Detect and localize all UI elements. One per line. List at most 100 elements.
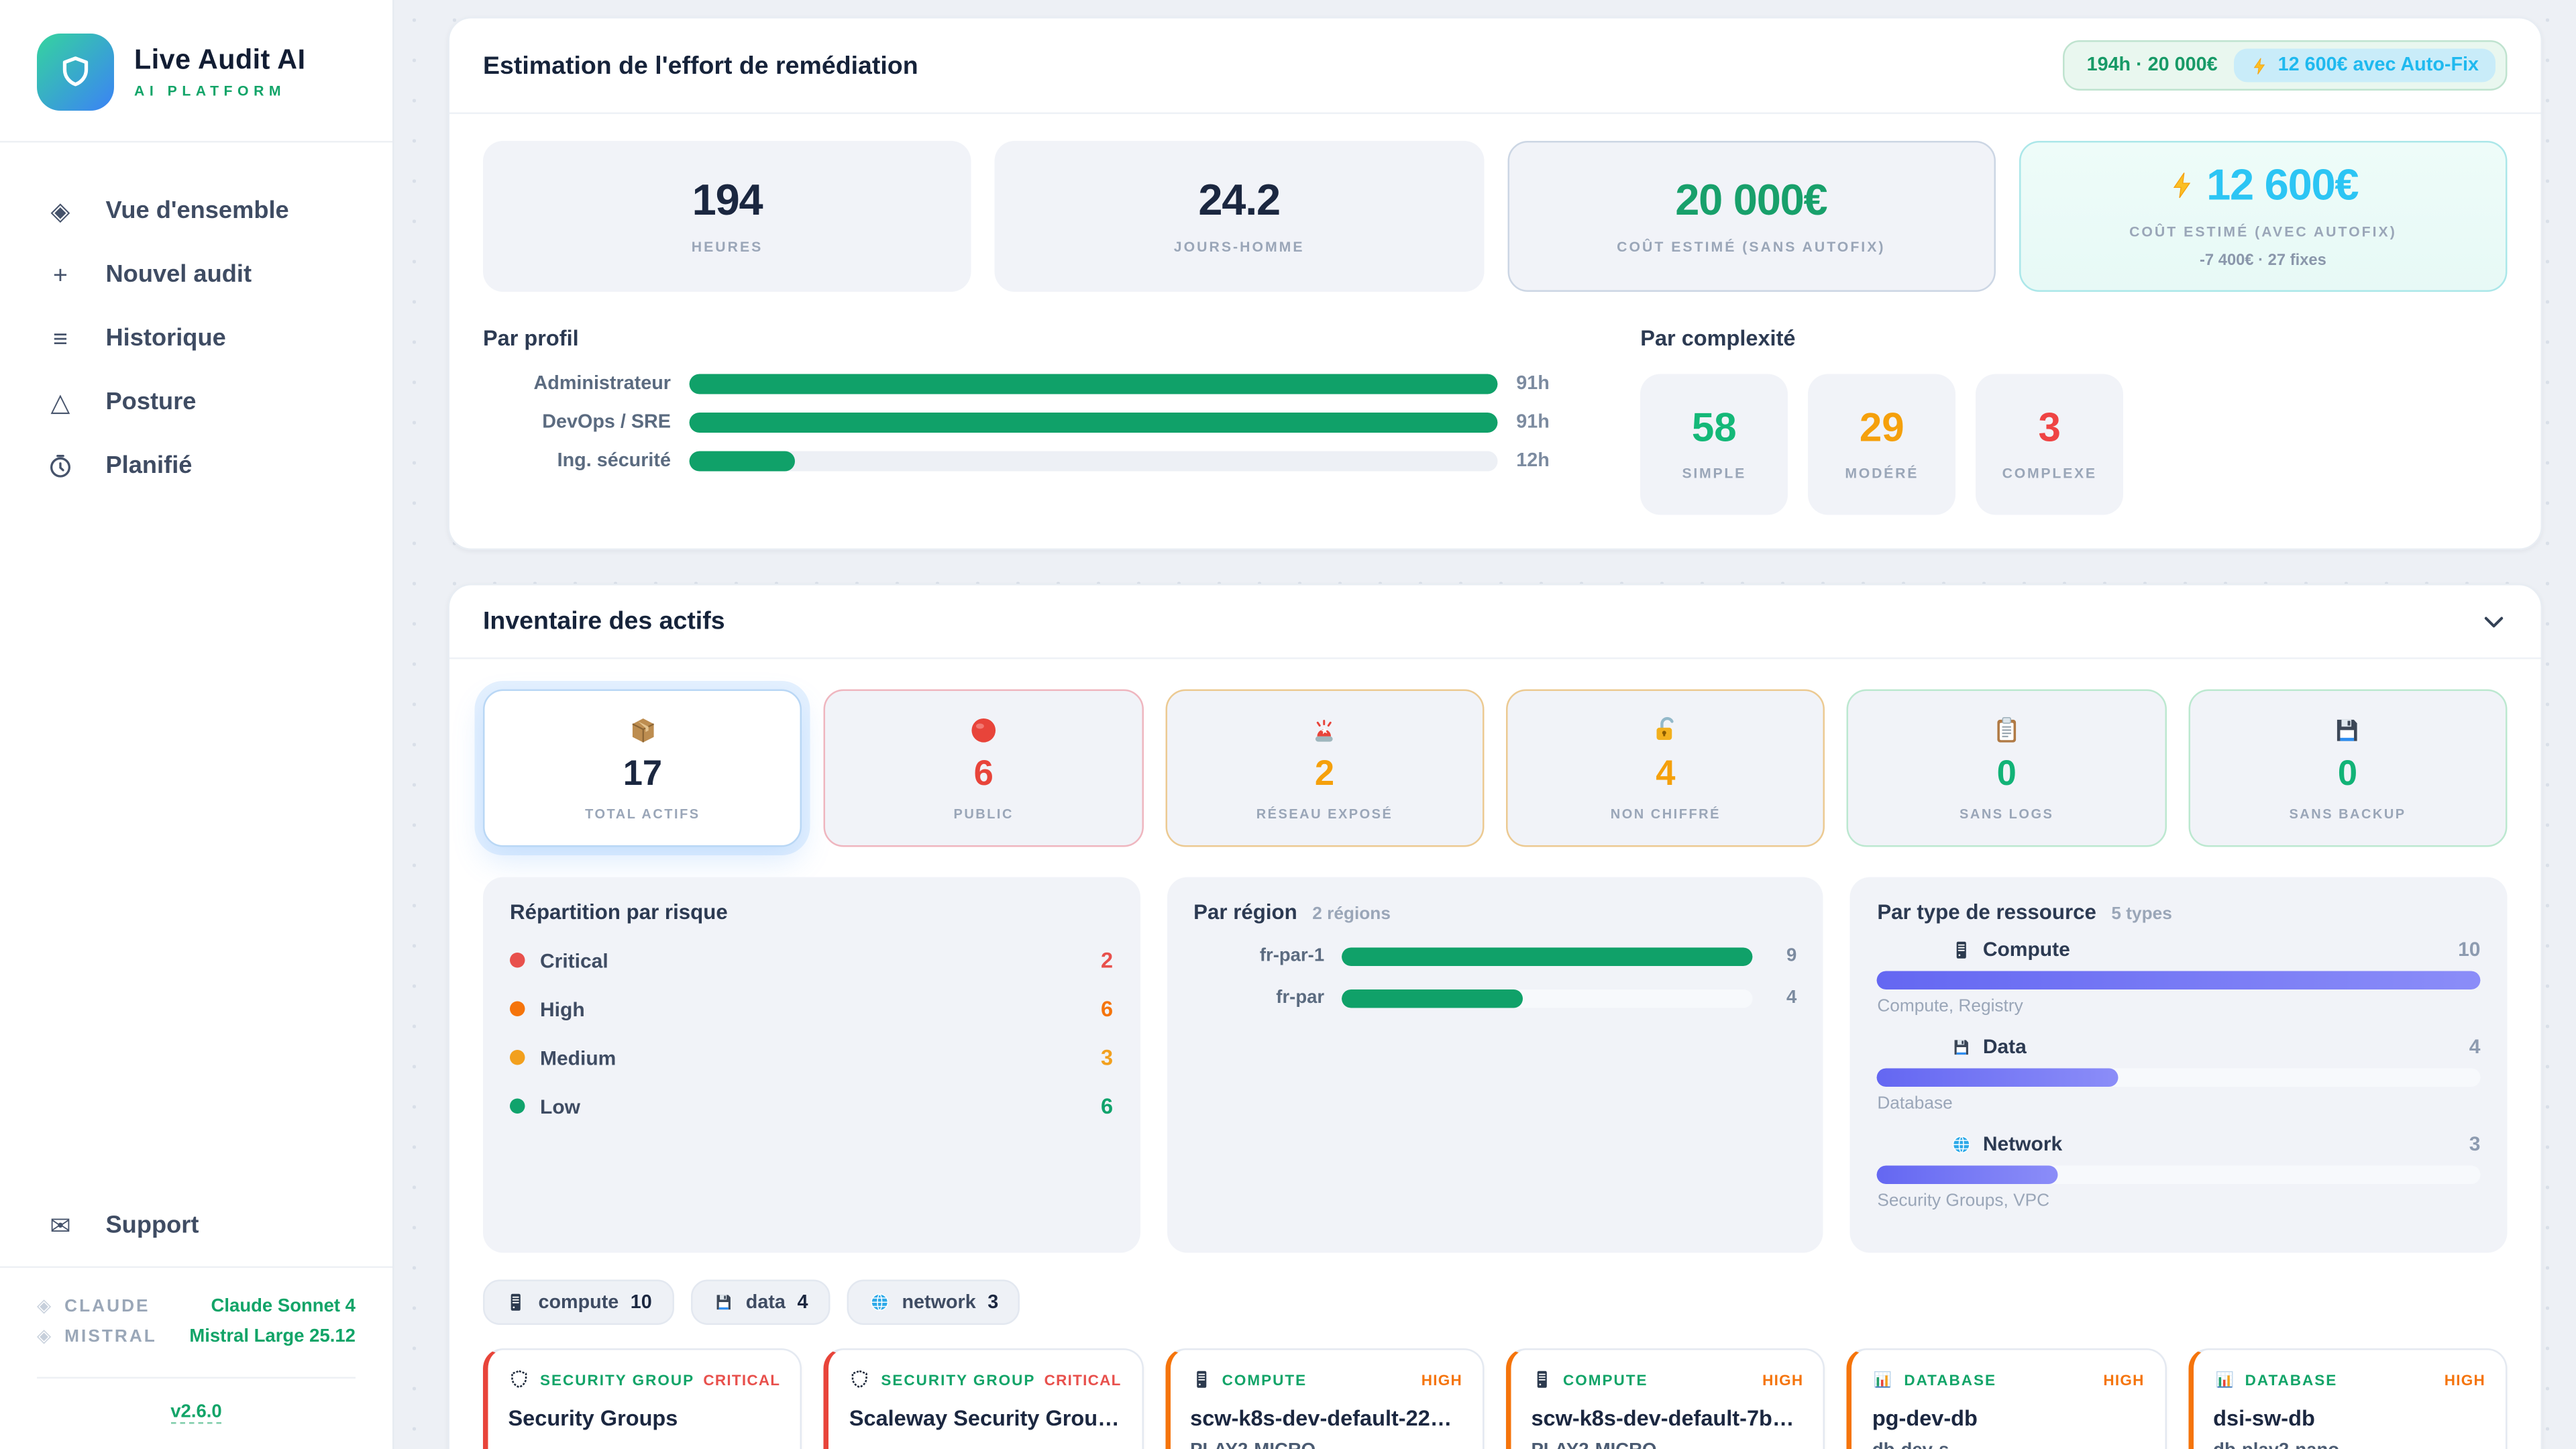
asset-card[interactable]: SECURITY GROUPS CRITICAL Security Groups… bbox=[483, 1348, 802, 1449]
region-panel: Par région 2 régions fr-par-1 9 fr-par 4 bbox=[1167, 877, 1823, 1253]
complexity-moderate: 29 MODÉRÉ bbox=[1808, 374, 1955, 515]
region-bar-frpar1: fr-par-1 9 bbox=[1193, 946, 1796, 966]
low-dot-icon bbox=[510, 1099, 525, 1114]
server-icon bbox=[1190, 1368, 1212, 1391]
asset-grid: SECURITY GROUPS CRITICAL Security Groups… bbox=[483, 1348, 2508, 1449]
globe-icon bbox=[868, 1291, 890, 1313]
envelope-icon: ✉ bbox=[44, 1214, 77, 1239]
severity-badge: HIGH bbox=[2445, 1371, 2485, 1388]
diamond-icon: ◈ bbox=[37, 1297, 51, 1316]
model-status: ◈ CLAUDE Claude Sonnet 4 ◈ MISTRAL Mistr… bbox=[0, 1268, 392, 1371]
shield-logo-icon bbox=[37, 34, 114, 111]
chip-data[interactable]: data 4 bbox=[690, 1280, 830, 1326]
resource-network: Network 3 Security Groups, VPC bbox=[1877, 1132, 2480, 1212]
model-row-mistral: ◈ MISTRAL Mistral Large 25.12 bbox=[37, 1327, 356, 1347]
filter-public[interactable]: 6 PUBLIC bbox=[824, 690, 1143, 847]
profil-bar-devops: DevOps / SRE 91h bbox=[483, 413, 1566, 433]
severity-badge: HIGH bbox=[1762, 1371, 1803, 1388]
sidebar-item-scheduled[interactable]: Planifié bbox=[0, 435, 392, 498]
stat-cost-autofix: 12 600€ COÛT ESTIMÉ (AVEC AUTOFIX) -7 40… bbox=[2019, 141, 2507, 292]
diamond-icon: ◈ bbox=[37, 1328, 51, 1346]
complexity-simple: 58 SIMPLE bbox=[1640, 374, 1788, 515]
stat-hours: 194 HEURES bbox=[483, 141, 971, 292]
risk-row-medium: Medium 3 bbox=[510, 1045, 1113, 1071]
par-profil-section: Par profil Administrateur 91h DevOps / S… bbox=[483, 325, 1566, 515]
stat-mandays: 24.2 JOURS-HOMME bbox=[995, 141, 1483, 292]
chevron-down-icon[interactable] bbox=[2481, 608, 2508, 635]
resource-data: Data 4 Database bbox=[1877, 1035, 2480, 1114]
filter-no-backup[interactable]: 0 SANS BACKUP bbox=[2188, 690, 2508, 847]
globe-icon bbox=[1951, 1133, 1973, 1155]
model-row-claude: ◈ CLAUDE Claude Sonnet 4 bbox=[37, 1297, 356, 1317]
app-title: Live Audit AI bbox=[134, 46, 306, 77]
profil-bar-security: Ing. sécurité 12h bbox=[483, 451, 1566, 472]
risk-row-high: High 6 bbox=[510, 996, 1113, 1022]
filter-unencrypted[interactable]: 4 NON CHIFFRÉ bbox=[1506, 690, 1825, 847]
filter-no-logs[interactable]: 0 SANS LOGS bbox=[1847, 690, 2166, 847]
estimation-card: Estimation de l'effort de remédiation 19… bbox=[448, 17, 2543, 550]
severity-badge: CRITICAL bbox=[703, 1371, 780, 1388]
clipboard-icon bbox=[1990, 713, 2023, 747]
plus-icon: + bbox=[44, 262, 77, 288]
stopwatch-icon bbox=[44, 453, 77, 480]
siren-icon bbox=[1309, 713, 1341, 747]
overview-diamond-icon: ◈ bbox=[44, 199, 77, 224]
complexity-complex: 3 COMPLEXE bbox=[1976, 374, 2123, 515]
filter-network-exposed[interactable]: 2 RÉSEAU EXPOSÉ bbox=[1165, 690, 1485, 847]
main-content: Estimation de l'effort de remédiation 19… bbox=[394, 0, 2576, 1449]
sidebar-item-overview[interactable]: ◈ Vue d'ensemble bbox=[0, 180, 392, 244]
app-subtitle: AI PLATFORM bbox=[134, 82, 306, 99]
filter-total-assets[interactable]: 17 TOTAL ACTIFS bbox=[483, 690, 802, 847]
asset-card[interactable]: COMPUTE HIGH scw-k8s-dev-default-7b170ff… bbox=[1506, 1348, 1825, 1449]
package-icon bbox=[627, 713, 659, 747]
severity-badge: CRITICAL bbox=[1044, 1371, 1122, 1388]
app-logo: Live Audit AI AI PLATFORM bbox=[0, 0, 392, 143]
server-icon bbox=[505, 1291, 527, 1313]
red-circle-icon bbox=[967, 713, 1000, 747]
sidebar-item-posture[interactable]: △ Posture bbox=[0, 371, 392, 435]
inventory-title: Inventaire des actifs bbox=[483, 607, 725, 636]
open-lock-icon bbox=[1650, 713, 1682, 747]
triangle-icon: △ bbox=[44, 390, 77, 415]
profil-bar-admin: Administrateur 91h bbox=[483, 374, 1566, 394]
medium-dot-icon bbox=[510, 1050, 525, 1065]
chip-compute[interactable]: compute 10 bbox=[483, 1280, 674, 1326]
critical-dot-icon bbox=[510, 953, 525, 968]
sidebar-nav: ◈ Vue d'ensemble + Nouvel audit ≡ Histor… bbox=[0, 143, 392, 498]
bar-chart-icon bbox=[1872, 1368, 1894, 1391]
risk-row-low: Low 6 bbox=[510, 1093, 1113, 1119]
asset-card[interactable]: COMPUTE HIGH scw-k8s-dev-default-2272bd.… bbox=[1165, 1348, 1485, 1449]
risk-row-critical: Critical 2 bbox=[510, 948, 1113, 973]
sidebar: Live Audit AI AI PLATFORM ◈ Vue d'ensemb… bbox=[0, 0, 394, 1449]
sidebar-item-history[interactable]: ≡ Historique bbox=[0, 307, 392, 371]
resource-type-panel: Par type de ressource 5 types Compute 10… bbox=[1850, 877, 2507, 1253]
list-icon: ≡ bbox=[44, 326, 77, 352]
server-icon bbox=[1951, 938, 1973, 961]
version-link[interactable]: v2.6.0 bbox=[170, 1402, 221, 1424]
resource-compute: Compute 10 Compute, Registry bbox=[1877, 938, 2480, 1017]
lightning-icon bbox=[2168, 170, 2197, 199]
sidebar-item-new-audit[interactable]: + Nouvel audit bbox=[0, 244, 392, 307]
asset-card[interactable]: SECURITY GROUPS CRITICAL Scaleway Securi… bbox=[824, 1348, 1143, 1449]
badge-summary: 194h · 20 000€ bbox=[2087, 56, 2218, 76]
chip-network[interactable]: network 3 bbox=[847, 1280, 1020, 1326]
live-audit-dashboard: Live Audit AI AI PLATFORM ◈ Vue d'ensemb… bbox=[0, 0, 2576, 1449]
autofix-savings: -7 400€ · 27 fixes bbox=[2200, 252, 2326, 270]
asset-type-filters: 17 TOTAL ACTIFS 6 PUBLIC 2 RÉSEAU EXPOSÉ bbox=[483, 690, 2508, 847]
asset-card[interactable]: DATABASE HIGH dsi-sw-db db-play2-nano fr… bbox=[2188, 1348, 2508, 1449]
autofix-badge[interactable]: 12 600€ avec Auto-Fix bbox=[2235, 49, 2496, 83]
par-complexite-section: Par complexité 58 SIMPLE 29 MODÉRÉ bbox=[1640, 325, 2507, 515]
floppy-icon bbox=[1951, 1036, 1973, 1058]
inventory-card: Inventaire des actifs 17 TOTAL ACTIFS 6 … bbox=[448, 584, 2543, 1449]
floppy-icon bbox=[2332, 713, 2364, 747]
floppy-icon bbox=[712, 1291, 735, 1313]
server-icon bbox=[1531, 1368, 1553, 1391]
severity-badge: HIGH bbox=[2103, 1371, 2144, 1388]
inventory-header[interactable]: Inventaire des actifs bbox=[449, 586, 2541, 659]
type-chip-row: compute 10 data 4 network 3 bbox=[483, 1280, 2508, 1326]
asset-card[interactable]: DATABASE HIGH pg-dev-db db-dev-s fr-par … bbox=[1847, 1348, 2166, 1449]
bar-chart-icon bbox=[2213, 1368, 2235, 1391]
sidebar-item-support[interactable]: ✉ Support bbox=[0, 1194, 392, 1267]
risk-distribution-panel: Répartition par risque Critical 2 High 6 bbox=[483, 877, 1140, 1253]
stat-cost-no-autofix: 20 000€ COÛT ESTIMÉ (SANS AUTOFIX) bbox=[1507, 141, 1995, 292]
